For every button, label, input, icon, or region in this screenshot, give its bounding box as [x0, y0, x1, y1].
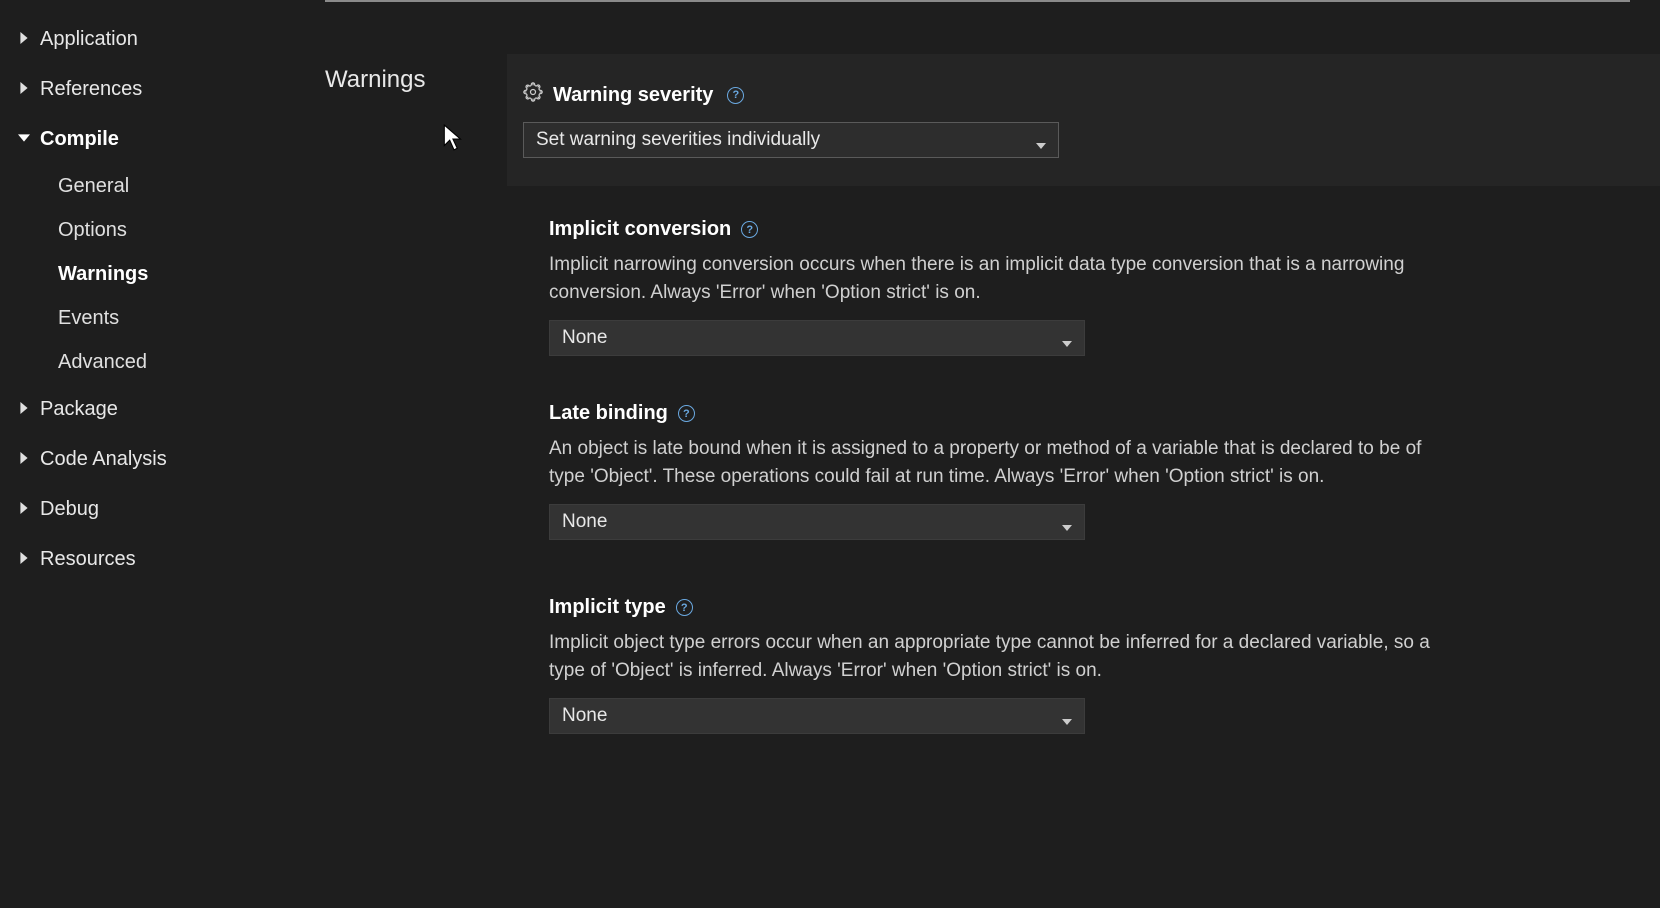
setting-title: Implicit conversion	[549, 218, 731, 241]
setting-title-row: Implicit conversion ?	[549, 218, 1587, 241]
nav-sublabel: Options	[58, 219, 127, 241]
nav-label: Resources	[40, 540, 136, 578]
nav-debug[interactable]: Debug	[0, 484, 325, 534]
chevron-down-icon	[1062, 517, 1072, 527]
setting-description: Implicit narrowing conversion occurs whe…	[549, 251, 1449, 306]
dropdown-value: None	[562, 511, 607, 533]
nav-resources[interactable]: Resources	[0, 534, 325, 584]
chevron-right-icon	[18, 83, 40, 95]
nav-sublabel: Warnings	[58, 263, 148, 285]
nav-label: Code Analysis	[40, 440, 167, 478]
implicit-type-dropdown[interactable]: None	[549, 698, 1085, 734]
chevron-right-icon	[18, 553, 40, 565]
chevron-down-icon	[1062, 711, 1072, 721]
setting-title: Late binding	[549, 402, 668, 425]
nav-application[interactable]: Application	[0, 14, 325, 64]
nav-label: References	[40, 70, 142, 108]
warning-severity-header: Warning severity ? Set warning severitie…	[507, 54, 1660, 186]
nav-sublabel: Events	[58, 307, 119, 329]
nav-sublabel: General	[58, 175, 129, 197]
nav-package[interactable]: Package	[0, 384, 325, 434]
setting-late-binding: Late binding ? An object is late bound w…	[507, 356, 1617, 540]
nav-sublabel: Advanced	[58, 351, 147, 373]
chevron-down-icon	[1062, 333, 1072, 343]
setting-description: Implicit object type errors occur when a…	[549, 629, 1449, 684]
dropdown-value: None	[562, 327, 607, 349]
gear-icon	[523, 82, 543, 108]
nav-label: Application	[40, 20, 138, 58]
late-binding-dropdown[interactable]: None	[549, 504, 1085, 540]
nav-label: Package	[40, 390, 118, 428]
nav-references[interactable]: References	[0, 64, 325, 114]
nav-compile-options[interactable]: Options	[40, 208, 325, 252]
nav-compile-warnings[interactable]: Warnings	[40, 252, 325, 296]
chevron-right-icon	[18, 453, 40, 465]
warning-severity-label: Warning severity	[553, 84, 713, 107]
help-icon[interactable]: ?	[676, 599, 693, 616]
nav-compile-advanced[interactable]: Advanced	[40, 340, 325, 384]
setting-title: Implicit type	[549, 596, 666, 619]
warning-severity-dropdown[interactable]: Set warning severities individually	[523, 122, 1059, 158]
chevron-down-icon	[1036, 135, 1046, 145]
setting-title-row: Implicit type ?	[549, 596, 1587, 619]
horizontal-divider	[325, 0, 1630, 2]
chevron-down-icon	[18, 133, 40, 145]
chevron-right-icon	[18, 503, 40, 515]
chevron-right-icon	[18, 33, 40, 45]
settings-content: Warning severity ? Set warning severitie…	[507, 0, 1660, 908]
nav-label: Debug	[40, 490, 99, 528]
dropdown-value: Set warning severities individually	[536, 129, 820, 151]
setting-implicit-conversion: Implicit conversion ? Implicit narrowing…	[507, 186, 1617, 356]
help-icon[interactable]: ?	[678, 405, 695, 422]
section-title: Warnings	[325, 66, 507, 94]
nav-code-analysis[interactable]: Code Analysis	[0, 434, 325, 484]
nav-compile-subgroup: General Options Warnings Events Advanced	[0, 164, 325, 384]
nav-label: Compile	[40, 120, 119, 158]
implicit-conversion-dropdown[interactable]: None	[549, 320, 1085, 356]
help-icon[interactable]: ?	[741, 221, 758, 238]
header-row: Warning severity ?	[523, 82, 1630, 108]
mouse-cursor-icon	[443, 124, 465, 158]
sidebar-nav: Application References Compile General O…	[0, 0, 325, 908]
help-icon[interactable]: ?	[727, 87, 744, 104]
nav-compile-events[interactable]: Events	[40, 296, 325, 340]
nav-compile-general[interactable]: General	[40, 164, 325, 208]
main-content: Warnings Warning severity ? S	[325, 0, 1660, 908]
setting-title-row: Late binding ?	[549, 402, 1587, 425]
chevron-right-icon	[18, 403, 40, 415]
setting-description: An object is late bound when it is assig…	[549, 435, 1449, 490]
dropdown-value: None	[562, 705, 607, 727]
setting-implicit-type: Implicit type ? Implicit object type err…	[507, 540, 1617, 734]
section-label-column: Warnings	[325, 0, 507, 908]
nav-compile[interactable]: Compile	[0, 114, 325, 164]
